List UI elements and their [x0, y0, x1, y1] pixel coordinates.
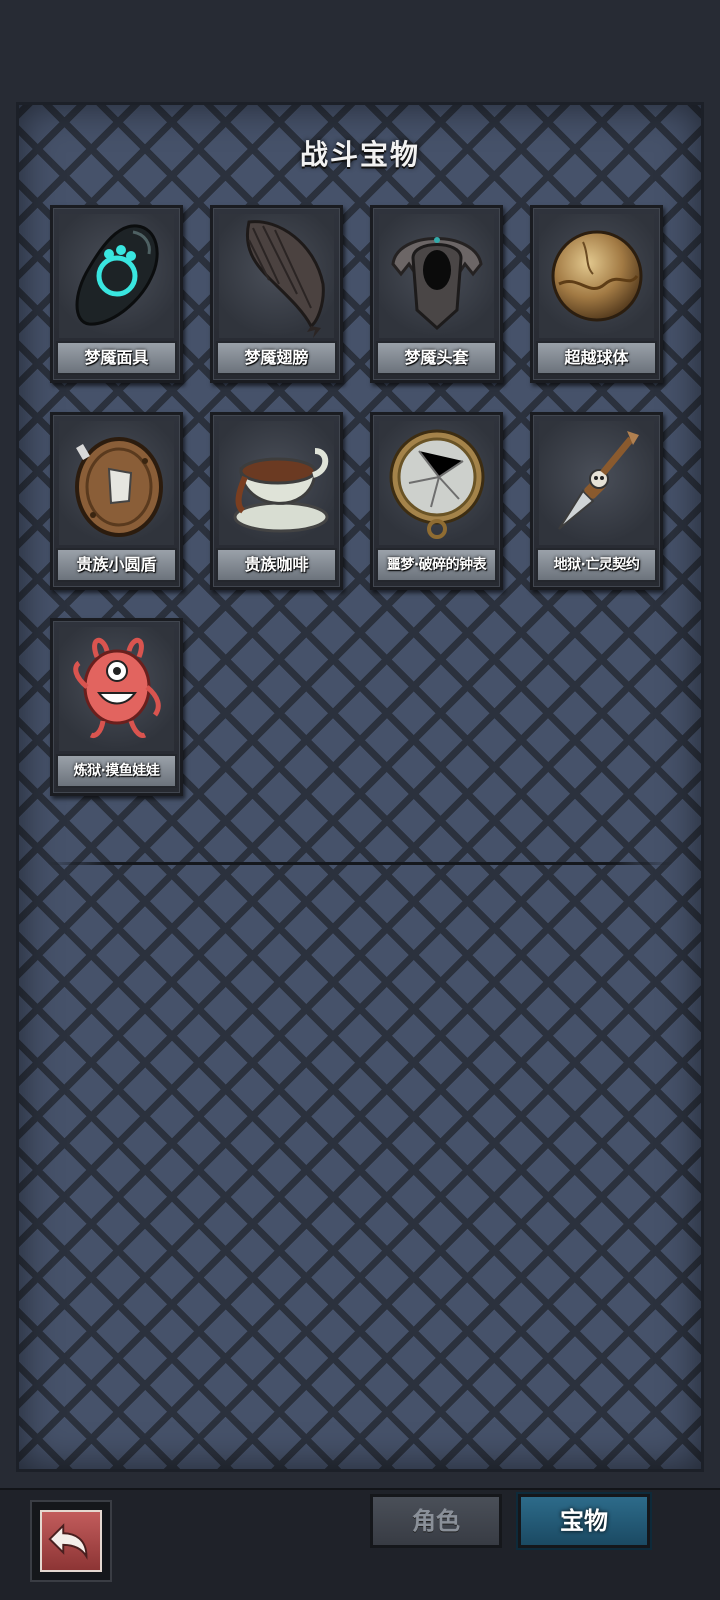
transcendent-orb-icon — [539, 214, 654, 338]
back-button[interactable] — [30, 1500, 112, 1582]
treasure-label: 地狱·亡灵契约 — [536, 548, 657, 582]
treasure-screen: 战斗宝物 梦魇面具 梦魇翅膀 梦魇头套 超越球体 贵族小圆盾 贵族咖啡 噩梦·破… — [0, 0, 720, 1600]
treasure-label: 梦魇头套 — [376, 341, 497, 375]
treasure-card-noble-buckler[interactable]: 贵族小圆盾 — [50, 412, 183, 590]
nightmare-helmet-icon — [379, 214, 494, 338]
treasure-label: 噩梦·破碎的钟表 — [376, 548, 497, 582]
treasure-card-red-doll[interactable]: 炼狱·摸鱼娃娃 — [50, 618, 183, 796]
panel-title: 战斗宝物 — [299, 138, 420, 171]
treasure-card-nightmare-helmet[interactable]: 梦魇头套 — [370, 205, 503, 383]
treasure-card-broken-pocket-watch[interactable]: 噩梦·破碎的钟表 — [370, 412, 503, 590]
treasure-card-noble-coffee[interactable]: 贵族咖啡 — [210, 412, 343, 590]
skull-dagger-icon — [539, 421, 654, 545]
treasure-panel: 战斗宝物 梦魇面具 梦魇翅膀 梦魇头套 超越球体 贵族小圆盾 贵族咖啡 噩梦·破… — [16, 102, 704, 1472]
treasure-label: 梦魇面具 — [56, 341, 177, 375]
treasure-label: 贵族小圆盾 — [56, 548, 177, 582]
treasure-label: 超越球体 — [536, 341, 657, 375]
treasure-card-nightmare-mask[interactable]: 梦魇面具 — [50, 205, 183, 383]
treasure-card-transcendent-orb[interactable]: 超越球体 — [530, 205, 663, 383]
treasure-label: 贵族咖啡 — [216, 548, 337, 582]
section-divider — [47, 862, 673, 865]
red-doll-icon — [59, 627, 174, 751]
noble-buckler-icon — [59, 421, 174, 545]
treasure-label: 炼狱·摸鱼娃娃 — [56, 754, 177, 788]
nightmare-mask-icon — [59, 214, 174, 338]
treasure-card-nightmare-wing[interactable]: 梦魇翅膀 — [210, 205, 343, 383]
nightmare-wing-icon — [219, 214, 334, 338]
treasure-label: 梦魇翅膀 — [216, 341, 337, 375]
back-arrow-icon — [48, 1523, 88, 1560]
broken-pocket-watch-icon — [379, 421, 494, 545]
noble-coffee-icon — [219, 421, 334, 545]
tab-role[interactable]: 角色 — [370, 1494, 502, 1548]
bottom-navigation-bar: 角色 宝物 — [0, 1488, 720, 1600]
treasure-card-skull-dagger[interactable]: 地狱·亡灵契约 — [530, 412, 663, 590]
back-button-face — [40, 1510, 102, 1572]
tab-treasure[interactable]: 宝物 — [518, 1494, 650, 1548]
